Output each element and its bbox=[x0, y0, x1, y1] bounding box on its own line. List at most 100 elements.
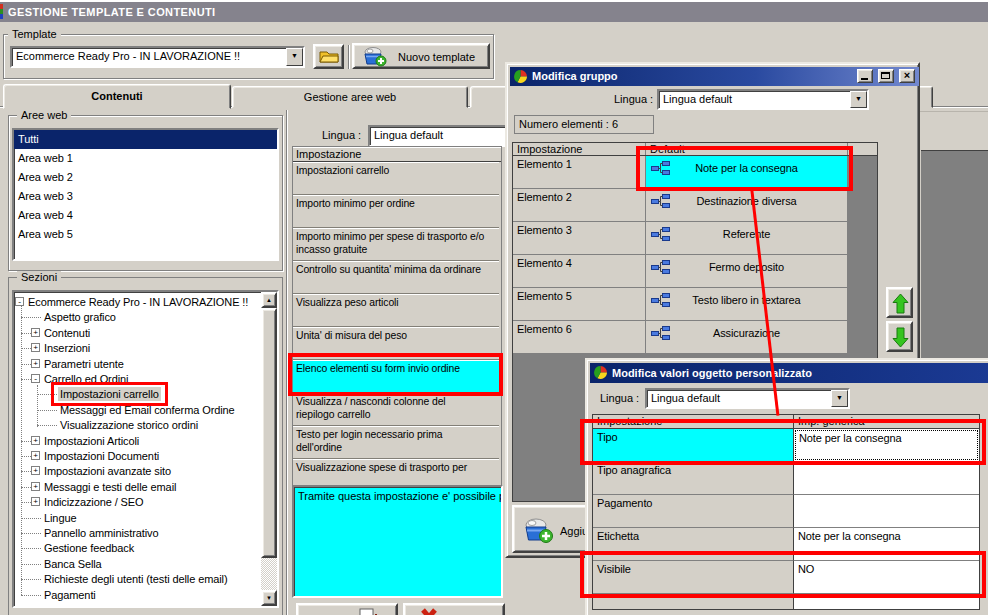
lingua-field[interactable]: Lingua default bbox=[368, 125, 508, 147]
move-up-button[interactable] bbox=[886, 287, 913, 318]
expand-icon[interactable]: + bbox=[31, 482, 40, 491]
settings-grid-row-label: Unita' di misura del peso bbox=[296, 329, 496, 342]
expand-icon[interactable]: + bbox=[31, 466, 40, 475]
element-value-cell[interactable]: Destinazione diversa bbox=[646, 189, 848, 222]
sezioni-tree[interactable]: -Ecommerce Ready Pro - IN LAVORAZIONE !!… bbox=[12, 290, 279, 608]
collapse-icon[interactable]: - bbox=[15, 297, 24, 306]
list-item-area[interactable]: Area web 1 bbox=[14, 149, 277, 168]
expand-icon[interactable]: + bbox=[31, 359, 40, 368]
scroll-thumb[interactable] bbox=[261, 308, 277, 558]
tree-item-label: Inserzioni bbox=[42, 341, 92, 355]
close-button[interactable]: × bbox=[899, 69, 915, 83]
elementi-grid-row[interactable]: Elemento 6Assicurazione bbox=[513, 321, 877, 354]
element-name-cell[interactable]: Elemento 2 bbox=[513, 189, 646, 222]
tree-item[interactable]: Richieste degli utenti (testi delle emai… bbox=[14, 572, 264, 587]
element-name-cell[interactable]: Elemento 4 bbox=[513, 255, 646, 288]
tree-item[interactable]: +Impostazioni Articoli bbox=[14, 434, 264, 449]
element-name-cell[interactable]: Elemento 6 bbox=[513, 321, 646, 354]
settings-grid-row-label: Visualizza peso articoli bbox=[296, 296, 496, 309]
element-value-cell[interactable]: Testo libero in textarea bbox=[646, 288, 848, 321]
element-name-cell[interactable]: Elemento 1 bbox=[513, 156, 646, 189]
scroll-up-button[interactable]: ▲ bbox=[261, 292, 277, 308]
tree-scrollbar[interactable]: ▲ ▼ bbox=[261, 292, 277, 606]
element-value-cell[interactable]: Assicurazione bbox=[646, 321, 848, 354]
annotation-box-tipo-row bbox=[580, 419, 986, 465]
expand-icon[interactable]: + bbox=[31, 497, 40, 506]
list-item-area[interactable]: Tutti bbox=[14, 130, 277, 149]
settings-grid-row[interactable]: Controllo su quantita' minima da ordinar… bbox=[293, 261, 499, 294]
tab-gestione-aree-web[interactable]: Gestione aree web bbox=[232, 86, 468, 108]
dialog-valori-lingua-combo[interactable]: Lingua default bbox=[645, 388, 850, 409]
tree-item[interactable]: Aspetto grafico bbox=[14, 310, 264, 325]
minimize-button[interactable] bbox=[857, 69, 873, 83]
tree-item[interactable]: Pannello amministrativo bbox=[14, 526, 264, 541]
tree-item[interactable]: +Contenuti bbox=[14, 326, 264, 341]
delete-button[interactable] bbox=[403, 603, 505, 615]
valori-grid-row[interactable]: Tipo anagrafica bbox=[593, 462, 979, 495]
tree-item[interactable]: +Indicizzazione / SEO bbox=[14, 495, 264, 510]
valori-name-cell[interactable]: Pagamento bbox=[593, 495, 794, 528]
elementi-grid-row[interactable]: Elemento 4Fermo deposito bbox=[513, 255, 877, 288]
tree-item[interactable]: Pagamenti bbox=[14, 588, 264, 603]
tree-item[interactable]: +Inserzioni bbox=[14, 341, 264, 356]
dialog-valori-lingua-arrow[interactable] bbox=[831, 390, 848, 407]
panel-edge bbox=[920, 111, 988, 112]
elementi-grid-row[interactable]: Elemento 2Destinazione diversa bbox=[513, 189, 877, 222]
arrow-up-icon bbox=[892, 293, 909, 314]
elementi-grid-row[interactable]: Elemento 3Referente bbox=[513, 222, 877, 255]
valori-grid-row[interactable]: Pagamento bbox=[593, 495, 979, 528]
tree-item[interactable]: +Impostazioni Documenti bbox=[14, 449, 264, 464]
tree-item[interactable]: Visualizzazione storico ordini bbox=[14, 418, 264, 433]
list-item-area[interactable]: Area web 3 bbox=[14, 187, 277, 206]
settings-grid-row[interactable]: Visualizza / nascondi colonne del riepil… bbox=[293, 393, 499, 426]
tree-item[interactable]: +Messaggi e testi delle email bbox=[14, 480, 264, 495]
aree-web-listbox[interactable]: TuttiArea web 1Area web 2Area web 3Area … bbox=[12, 128, 279, 261]
element-value-cell[interactable]: Referente bbox=[646, 222, 848, 255]
element-name-cell[interactable]: Elemento 3 bbox=[513, 222, 646, 255]
dialog-gruppo-lingua-arrow[interactable] bbox=[850, 91, 867, 108]
tree-item[interactable]: -Ecommerce Ready Pro - IN LAVORAZIONE !! bbox=[14, 295, 264, 310]
group-element-icon bbox=[651, 227, 670, 242]
collapse-icon[interactable]: - bbox=[31, 374, 40, 383]
move-down-button[interactable] bbox=[886, 321, 913, 352]
tree-item[interactable]: +Parametri utente bbox=[14, 357, 264, 372]
settings-grid-row[interactable]: Visualizza peso articoli bbox=[293, 294, 499, 327]
tree-connector bbox=[21, 379, 31, 380]
expand-icon[interactable]: + bbox=[31, 328, 40, 337]
expand-icon[interactable]: + bbox=[31, 343, 40, 352]
tree-item[interactable]: Gestione feedback bbox=[14, 541, 264, 556]
tree-connector bbox=[21, 364, 31, 365]
expand-icon[interactable]: + bbox=[31, 436, 40, 445]
edit-button[interactable] bbox=[296, 603, 398, 615]
description-box: Tramite questa impostazione e' possibile… bbox=[292, 485, 503, 598]
valori-name-cell[interactable]: Tipo anagrafica bbox=[593, 462, 794, 495]
list-item-area[interactable]: Area web 4 bbox=[14, 206, 277, 225]
valori-value-cell[interactable] bbox=[794, 462, 979, 495]
dialog-gruppo-lingua-combo[interactable]: Lingua default bbox=[657, 89, 869, 110]
tree-item[interactable]: Banca Sella bbox=[14, 557, 264, 572]
window-title: GESTIONE TEMPLATE E CONTENUTI bbox=[8, 6, 216, 18]
element-value-cell[interactable]: Fermo deposito bbox=[646, 255, 848, 288]
template-combobox-arrow[interactable] bbox=[286, 48, 303, 66]
tree-item[interactable]: Lingue bbox=[14, 511, 264, 526]
expand-icon[interactable]: + bbox=[31, 451, 40, 460]
open-template-button[interactable] bbox=[313, 44, 344, 69]
title-bar: GESTIONE TEMPLATE E CONTENUTI bbox=[0, 2, 988, 22]
settings-grid-row[interactable]: Testo per login necessario prima dell'or… bbox=[293, 426, 499, 459]
settings-grid-row[interactable]: Impostazioni carrello bbox=[293, 162, 499, 195]
dialog-gruppo-lingua-value: Lingua default bbox=[663, 93, 732, 105]
list-item-area[interactable]: Area web 5 bbox=[14, 225, 277, 244]
template-combobox[interactable]: Ecommerce Ready Pro - IN LAVORAZIONE !! bbox=[10, 46, 305, 68]
valori-value-cell[interactable] bbox=[794, 495, 979, 528]
settings-grid-row[interactable]: Importo minimo per ordine bbox=[293, 195, 499, 228]
elementi-grid-row[interactable]: Elemento 5Testo libero in textarea bbox=[513, 288, 877, 321]
tree-item[interactable]: +Impostazioni avanzate sito bbox=[14, 464, 264, 479]
scroll-down-button[interactable]: ▼ bbox=[261, 590, 277, 606]
tab-contenuti[interactable]: Contenuti bbox=[3, 84, 231, 109]
list-item-area[interactable]: Area web 2 bbox=[14, 168, 277, 187]
maximize-button[interactable] bbox=[878, 69, 894, 83]
element-name-cell[interactable]: Elemento 5 bbox=[513, 288, 646, 321]
tree-connector bbox=[21, 441, 31, 442]
new-template-button[interactable]: Nuovo template bbox=[352, 43, 490, 69]
settings-grid-row[interactable]: Importo minimo per spese di trasporto e/… bbox=[293, 228, 499, 261]
